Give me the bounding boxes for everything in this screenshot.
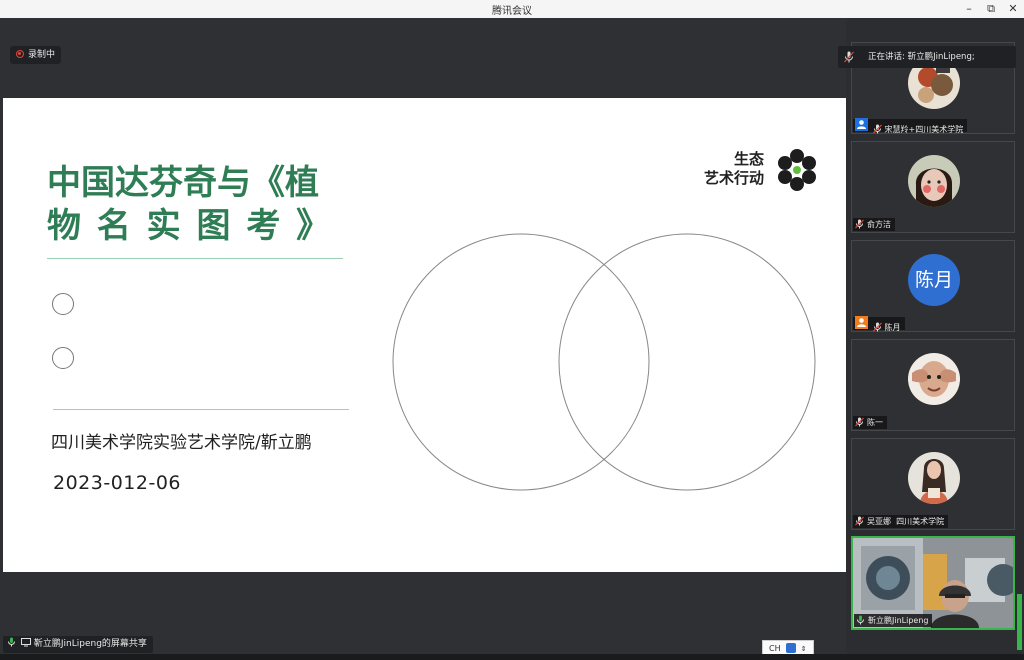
bullet-circle-2 bbox=[52, 347, 74, 369]
avatar-initials: 陈月 bbox=[914, 269, 953, 291]
speaking-label: 正在讲话: bbox=[868, 52, 905, 62]
mic-muted-icon bbox=[855, 417, 864, 427]
participant-label: 吴亚娜 四川美术学院 bbox=[853, 515, 949, 528]
participant-tile[interactable]: 吴亚娜 四川美术学院 bbox=[851, 438, 1015, 530]
record-icon bbox=[16, 50, 24, 58]
venn-circle-right bbox=[558, 233, 816, 491]
ime-mode-icon bbox=[786, 643, 797, 653]
bullet-circle-1 bbox=[52, 293, 74, 315]
mic-active-icon bbox=[8, 637, 15, 647]
participant-tile[interactable]: 俞方洁 bbox=[851, 141, 1015, 233]
slide-title-line2: 物 名 实 图 考 》 bbox=[47, 206, 333, 246]
cohost-person-icon bbox=[855, 316, 868, 329]
participant-name: 俞方洁 bbox=[867, 220, 891, 229]
venn-circle-left bbox=[392, 233, 650, 491]
ime-label: CH bbox=[769, 644, 781, 653]
participant-gallery: 宋慧羚+四川美术学院 俞方洁 陈月 陈月 陈一 吴亚娜 四川美术学院 靳立鹏Ji… bbox=[846, 18, 1024, 660]
participant-name: 靳立鹏JinLipeng bbox=[868, 616, 929, 625]
participant-tile[interactable]: 陈月 陈月 bbox=[851, 240, 1015, 332]
screen-share-icon bbox=[20, 638, 31, 647]
mic-muted-icon bbox=[872, 322, 882, 332]
subtitle-divider bbox=[53, 409, 349, 410]
mic-muted-icon bbox=[855, 219, 864, 229]
participant-name: 陈月 bbox=[884, 323, 901, 332]
brand-line2: 艺术行动 bbox=[703, 169, 764, 187]
participant-label: 陈月 bbox=[853, 316, 905, 332]
participant-label: 俞方洁 bbox=[853, 218, 895, 231]
participant-name: 陈一 bbox=[867, 418, 883, 427]
portrait-painting-avatar bbox=[908, 155, 960, 207]
woman-photo-avatar bbox=[908, 452, 960, 504]
slide-title: 中国达芬奇与《植 物 名 实 图 考 》 bbox=[47, 162, 347, 248]
host-person-icon bbox=[855, 118, 868, 131]
speaking-name: 靳立鹏JinLipeng; bbox=[907, 52, 975, 62]
slide-title-line1: 中国达芬奇与《植 bbox=[47, 163, 319, 203]
presentation-slide: 中国达芬奇与《植 物 名 实 图 考 》 四川美术学院实验艺术学院/靳立鹏 20… bbox=[3, 98, 846, 572]
mic-muted-icon bbox=[844, 51, 854, 63]
ime-toggle-icon[interactable]: ⇕ bbox=[801, 645, 807, 653]
brand-text: 生态 艺术行动 bbox=[704, 150, 764, 188]
slide-subtitle: 四川美术学院实验艺术学院/靳立鹏 bbox=[51, 433, 312, 453]
speaking-indicator: 正在讲话: 靳立鹏JinLipeng; bbox=[838, 46, 1016, 68]
participant-tile[interactable]: 陈一 bbox=[851, 339, 1015, 431]
flower-logo-icon bbox=[778, 149, 816, 191]
participant-label: 陈一 bbox=[853, 416, 887, 429]
mic-active-icon bbox=[857, 615, 864, 625]
close-button[interactable]: ✕ bbox=[1004, 1, 1022, 17]
mic-muted-icon bbox=[872, 124, 882, 134]
bottom-strip bbox=[0, 654, 1024, 660]
hands-face-avatar bbox=[908, 353, 960, 405]
window-title: 腾讯会议 bbox=[492, 6, 532, 17]
minimize-button[interactable]: – bbox=[960, 1, 978, 17]
slide-date: 2023-012-06 bbox=[53, 472, 182, 494]
restore-button[interactable]: ⧉ bbox=[982, 1, 1000, 17]
window-titlebar: 腾讯会议 – ⧉ ✕ bbox=[0, 0, 1024, 18]
participant-tile-active-speaker[interactable]: 靳立鹏JinLipeng bbox=[851, 536, 1015, 630]
brand-line1: 生态 bbox=[733, 150, 764, 168]
title-divider bbox=[47, 258, 343, 259]
initials-avatar: 陈月 bbox=[908, 254, 960, 306]
gallery-scrollbar[interactable] bbox=[1017, 594, 1022, 650]
venn-diagram bbox=[392, 233, 816, 491]
participant-label: 宋慧羚+四川美术学院 bbox=[853, 118, 968, 134]
participant-label: 靳立鹏JinLipeng bbox=[854, 614, 933, 627]
participant-name: 吴亚娜 四川美术学院 bbox=[867, 517, 945, 526]
recording-indicator[interactable]: 录制中 bbox=[10, 46, 62, 64]
screen-share-label: 靳立鹏JinLipeng的屏幕共享 bbox=[3, 636, 153, 653]
recording-label: 录制中 bbox=[28, 50, 56, 60]
participant-name: 宋慧羚+四川美术学院 bbox=[884, 125, 964, 134]
screen-share-text: 靳立鹏JinLipeng的屏幕共享 bbox=[33, 639, 147, 649]
mic-muted-icon bbox=[855, 516, 864, 526]
